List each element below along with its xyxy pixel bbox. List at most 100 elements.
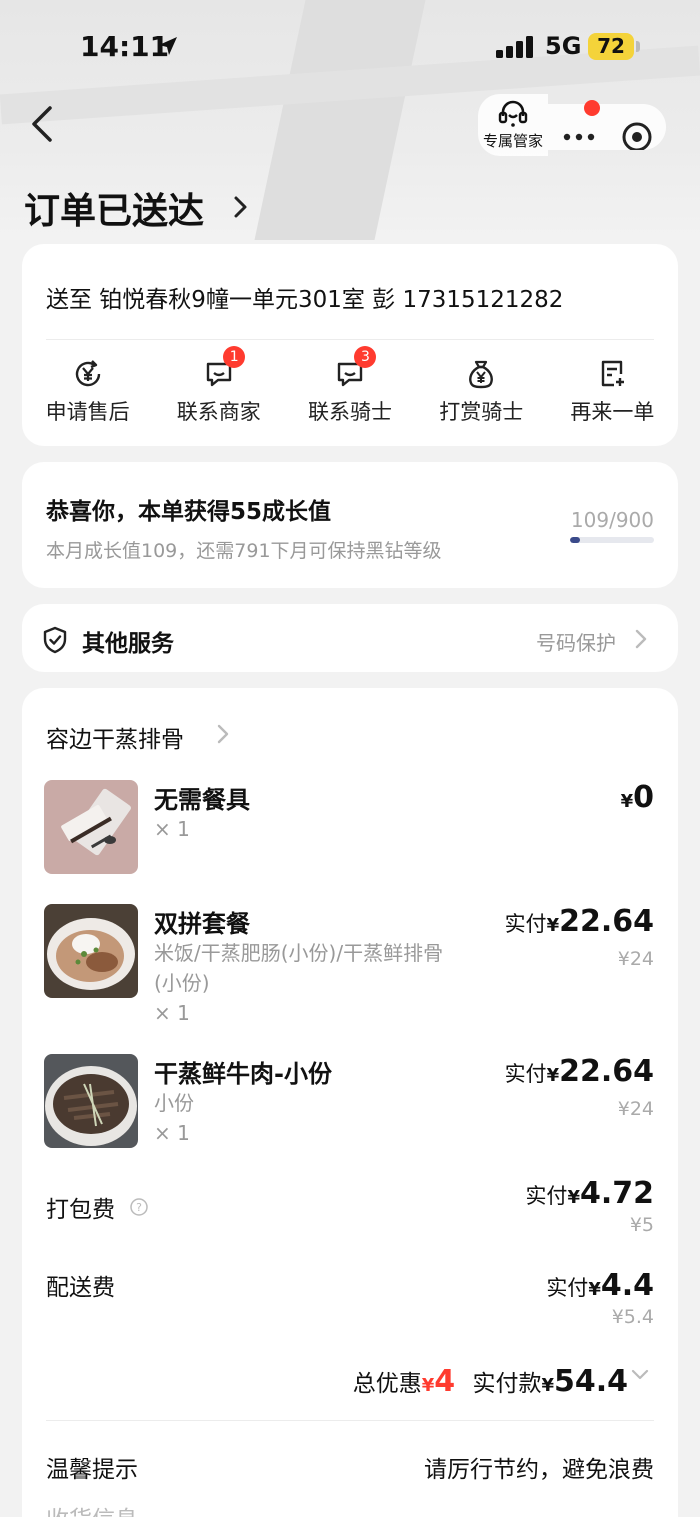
growth-progress-bar xyxy=(570,537,654,543)
item-thumbnail xyxy=(44,904,138,998)
growth-subtitle: 本月成长值109，还需791下月可保持黑钻等级 xyxy=(46,540,442,562)
pay-total-value: 54.4 xyxy=(553,1364,628,1399)
delivery-address: 送至 铂悦春秋9幢一单元301室 彭 17315121282 xyxy=(46,287,564,313)
item-name: 双拼套餐 xyxy=(154,910,250,938)
item-spec: 米饭/干蒸肥肠(小份)/干蒸鲜排骨(小份) × 1 xyxy=(154,938,454,1028)
original-price: ¥24 xyxy=(617,1098,654,1120)
shop-name[interactable]: 容边干蒸排骨 xyxy=(46,720,184,754)
signal-icon xyxy=(496,36,533,58)
action-label: 联系骑士 xyxy=(308,400,392,424)
action-label: 打赏骑士 xyxy=(439,400,524,424)
page-title[interactable]: 订单已送达 xyxy=(24,182,204,234)
food-image xyxy=(44,904,138,998)
chevron-right-icon[interactable] xyxy=(232,194,250,220)
action-label: 再来一单 xyxy=(570,400,655,424)
price-value: 22.64 xyxy=(559,1054,654,1089)
packing-fee-label: 打包费 xyxy=(46,1197,115,1223)
yen-refresh-icon xyxy=(75,360,100,387)
action-bar: 申请售后 1 联系商家 3 联系骑士 打赏骑士 再来一单 xyxy=(22,346,678,426)
chevron-right-icon[interactable] xyxy=(216,723,230,745)
shipping-info-label: 收货信息 xyxy=(46,1500,138,1517)
order-item[interactable]: 无需餐具 × 1 ¥0 xyxy=(44,780,654,876)
growth-count: 109/900 xyxy=(570,508,654,532)
growth-card[interactable]: 恭喜你，本单获得55成长值 本月成长值109，还需791下月可保持黑钻等级 10… xyxy=(22,462,678,588)
network-type: 5G xyxy=(545,32,582,60)
number-protection-label: 号码保护 xyxy=(536,631,616,655)
pay-prefix: 实付 xyxy=(525,1184,568,1208)
item-thumbnail xyxy=(44,780,138,874)
order-detail-card: 容边干蒸排骨 无需餐具 × 1 ¥0 双拼套餐 米饭/干蒸肥肠(小份)/干蒸鲜排… xyxy=(22,688,678,1517)
more-button[interactable] xyxy=(548,104,610,150)
butler-label: 专属管家 xyxy=(482,132,543,150)
action-label: 申请售后 xyxy=(45,400,130,424)
location-arrow-icon xyxy=(159,37,177,55)
item-price: 实付¥22.64 xyxy=(505,904,654,939)
other-services-title: 其他服务 xyxy=(82,631,174,657)
discount-value: 4 xyxy=(434,1364,456,1399)
unread-badge: 1 xyxy=(223,346,246,368)
status-bar: 14:11 5G 72 xyxy=(0,0,700,90)
more-dots-icon xyxy=(563,133,595,141)
discount-currency: ¥ xyxy=(421,1375,435,1396)
action-label: 联系商家 xyxy=(176,400,261,424)
shield-check-icon xyxy=(43,626,67,654)
back-arrow-icon[interactable] xyxy=(26,104,60,144)
currency-symbol: ¥ xyxy=(567,1187,580,1208)
battery-indicator: 72 xyxy=(588,33,634,60)
battery-cap xyxy=(636,41,640,52)
growth-progress-fill xyxy=(570,537,581,543)
contact-merchant-button[interactable]: 1 联系商家 xyxy=(153,346,284,426)
reorder-button[interactable]: 再来一单 xyxy=(547,354,678,426)
divider xyxy=(46,339,654,340)
item-spec-text: 米饭/干蒸肥肠(小份)/干蒸鲜排骨(小份) xyxy=(154,941,444,995)
growth-title: 恭喜你，本单获得55成长值 xyxy=(46,499,332,525)
discount-label: 总优惠 xyxy=(352,1371,422,1397)
item-spec-text: 小份 xyxy=(154,1091,194,1115)
pay-prefix: 实付 xyxy=(504,1062,547,1086)
item-price: ¥0 xyxy=(621,780,654,815)
currency-symbol: ¥ xyxy=(546,1065,560,1086)
chevron-right-icon xyxy=(635,629,647,649)
item-spec: 小份 × 1 xyxy=(154,1088,454,1148)
pay-prefix: 实付 xyxy=(504,912,547,936)
item-thumbnail xyxy=(44,1054,138,1148)
target-icon xyxy=(622,122,652,152)
original-price: ¥5.4 xyxy=(611,1306,654,1328)
tip-label: 温馨提示 xyxy=(46,1457,138,1483)
price-value: 0 xyxy=(633,780,654,815)
delivery-fee-price: 实付¥4.4 xyxy=(546,1268,654,1303)
order-item[interactable]: 干蒸鲜牛肉-小份 小份 × 1 实付¥22.64 ¥24 xyxy=(44,1054,654,1150)
order-total[interactable]: 总优惠¥4 实付款¥54.4 xyxy=(353,1364,628,1399)
tip-rider-button[interactable]: 打赏骑士 xyxy=(416,354,547,426)
price-value: 4.72 xyxy=(579,1176,654,1211)
item-quantity: × 1 xyxy=(154,1121,190,1145)
price-value: 22.64 xyxy=(559,904,654,939)
close-miniapp-button[interactable] xyxy=(610,104,666,152)
pay-total-label: 实付款 xyxy=(472,1371,542,1397)
original-price: ¥5 xyxy=(629,1214,654,1236)
packing-fee-price: 实付¥4.72 xyxy=(525,1176,654,1211)
tip-text: 请厉行节约，避免浪费 xyxy=(424,1457,654,1483)
reorder-icon xyxy=(602,360,625,387)
price-value: 4.4 xyxy=(600,1268,654,1303)
after-sale-button[interactable]: 申请售后 xyxy=(22,354,153,426)
pay-total-currency: ¥ xyxy=(541,1375,554,1396)
chevron-down-icon[interactable] xyxy=(630,1368,650,1382)
address-card: 送至 铂悦春秋9幢一单元301室 彭 17315121282 申请售后 1 联系… xyxy=(22,244,678,446)
help-icon[interactable]: ? xyxy=(130,1198,148,1216)
item-price: 实付¥22.64 xyxy=(505,1054,654,1089)
food-image xyxy=(44,1054,138,1148)
notification-dot xyxy=(584,100,600,116)
currency-symbol: ¥ xyxy=(546,915,560,936)
butler-button[interactable]: 专属管家 xyxy=(478,94,548,156)
other-services-card[interactable]: 其他服务 号码保护 xyxy=(22,604,678,672)
item-name: 无需餐具 xyxy=(154,786,250,814)
currency-symbol: ¥ xyxy=(620,791,634,812)
pay-prefix: 实付 xyxy=(546,1276,589,1300)
currency-symbol: ¥ xyxy=(588,1279,601,1300)
unread-badge: 3 xyxy=(354,346,377,368)
original-price: ¥24 xyxy=(617,948,654,970)
order-item[interactable]: 双拼套餐 米饭/干蒸肥肠(小份)/干蒸鲜排骨(小份) × 1 实付¥22.64 … xyxy=(44,904,654,1028)
item-quantity: × 1 xyxy=(154,1001,190,1025)
contact-rider-button[interactable]: 3 联系骑士 xyxy=(284,346,415,426)
